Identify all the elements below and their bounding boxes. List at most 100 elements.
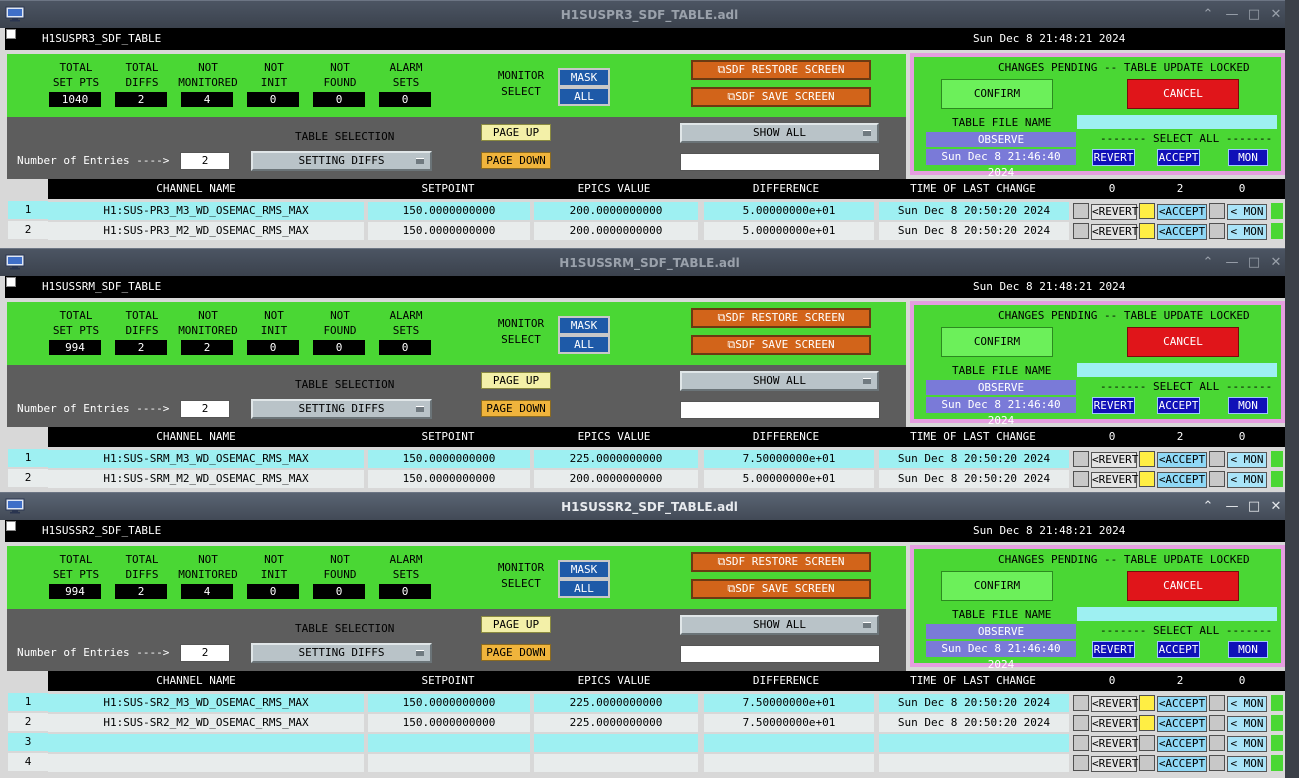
row-mon-button[interactable]: < MON [1227,736,1267,752]
show-all-select[interactable]: SHOW ALL [680,123,879,143]
setting-diffs-select[interactable]: SETTING DIFFS [251,151,432,171]
accept-all-button[interactable]: ACCEPT [1157,641,1200,658]
accept-all-button[interactable]: ACCEPT [1157,397,1200,414]
entries-field[interactable]: 2 [180,152,230,170]
row-accept-button[interactable]: <ACCEPT [1157,472,1207,488]
show-all-select[interactable]: SHOW ALL [680,371,879,391]
mon-checkbox[interactable] [1209,203,1225,219]
mon-checkbox[interactable] [1209,451,1225,467]
confirm-button[interactable]: CONFIRM [941,571,1053,601]
row-mon-button[interactable]: < MON [1227,472,1267,488]
row-revert-button[interactable]: <REVERT [1091,204,1138,220]
page-up-button[interactable]: PAGE UP [481,124,551,141]
accept-checkbox[interactable] [1139,735,1155,751]
page-down-button[interactable]: PAGE DOWN [481,400,551,417]
row-revert-button[interactable]: <REVERT [1091,696,1138,712]
all-button[interactable]: ALL [558,335,610,354]
maximize-button[interactable]: □ [1242,493,1266,521]
revert-checkbox[interactable] [1073,755,1089,771]
row-accept-button[interactable]: <ACCEPT [1157,716,1207,732]
row-mon-button[interactable]: < MON [1227,224,1267,240]
cancel-button[interactable]: CANCEL [1127,327,1239,357]
row-accept-button[interactable]: <ACCEPT [1157,756,1207,772]
mon-checkbox[interactable] [1209,735,1225,751]
window-titlebar[interactable]: H1SUSSR2_SDF_TABLE.adl ⌃ — □ ✕ [0,492,1299,521]
mon-all-button[interactable]: MON [1228,149,1268,166]
revert-all-button[interactable]: REVERT [1092,149,1135,166]
entries-field[interactable]: 2 [180,644,230,662]
collapse-button[interactable]: ⌃ [1196,1,1220,29]
row-revert-button[interactable]: <REVERT [1091,452,1138,468]
accept-checkbox[interactable] [1139,203,1155,219]
mon-checkbox[interactable] [1209,715,1225,731]
row-accept-button[interactable]: <ACCEPT [1157,452,1207,468]
minimize-button[interactable]: — [1220,249,1244,277]
page-down-button[interactable]: PAGE DOWN [481,644,551,661]
sdf-save-screen-button[interactable]: ⧉SDF SAVE SCREEN [691,335,871,355]
accept-checkbox[interactable] [1139,695,1155,711]
confirm-button[interactable]: CONFIRM [941,327,1053,357]
filter-input[interactable] [680,401,880,419]
setting-diffs-select[interactable]: SETTING DIFFS [251,399,432,419]
revert-checkbox[interactable] [1073,715,1089,731]
sdf-save-screen-button[interactable]: ⧉SDF SAVE SCREEN [691,87,871,107]
sdf-save-screen-button[interactable]: ⧉SDF SAVE SCREEN [691,579,871,599]
row-mon-button[interactable]: < MON [1227,452,1267,468]
confirm-button[interactable]: CONFIRM [941,79,1053,109]
minimize-button[interactable]: — [1220,493,1244,521]
row-accept-button[interactable]: <ACCEPT [1157,696,1207,712]
revert-checkbox[interactable] [1073,451,1089,467]
entries-field[interactable]: 2 [180,400,230,418]
cancel-button[interactable]: CANCEL [1127,571,1239,601]
sdf-restore-screen-button[interactable]: ⧉SDF RESTORE SCREEN [691,552,871,572]
row-accept-button[interactable]: <ACCEPT [1157,224,1207,240]
row-mon-button[interactable]: < MON [1227,756,1267,772]
collapse-button[interactable]: ⌃ [1196,249,1220,277]
mon-checkbox[interactable] [1209,471,1225,487]
revert-checkbox[interactable] [1073,223,1089,239]
accept-checkbox[interactable] [1139,451,1155,467]
accept-checkbox[interactable] [1139,223,1155,239]
revert-checkbox[interactable] [1073,735,1089,751]
window-titlebar[interactable]: H1SUSSRM_SDF_TABLE.adl ⌃ — □ ✕ [0,248,1299,277]
mask-button[interactable]: MASK [558,316,610,335]
minimize-button[interactable]: — [1220,1,1244,29]
maximize-button[interactable]: □ [1242,249,1266,277]
row-revert-button[interactable]: <REVERT [1091,716,1138,732]
mask-button[interactable]: MASK [558,68,610,87]
row-revert-button[interactable]: <REVERT [1091,756,1138,772]
accept-all-button[interactable]: ACCEPT [1157,149,1200,166]
filter-input[interactable] [680,645,880,663]
accept-checkbox[interactable] [1139,755,1155,771]
row-mon-button[interactable]: < MON [1227,204,1267,220]
cancel-button[interactable]: CANCEL [1127,79,1239,109]
window-titlebar[interactable]: H1SUSPR3_SDF_TABLE.adl ⌃ — □ ✕ [0,0,1299,29]
revert-all-button[interactable]: REVERT [1092,641,1135,658]
sdf-restore-screen-button[interactable]: ⧉SDF RESTORE SCREEN [691,60,871,80]
mon-checkbox[interactable] [1209,755,1225,771]
mon-checkbox[interactable] [1209,695,1225,711]
row-mon-button[interactable]: < MON [1227,696,1267,712]
revert-all-button[interactable]: REVERT [1092,397,1135,414]
row-revert-button[interactable]: <REVERT [1091,472,1138,488]
setting-diffs-select[interactable]: SETTING DIFFS [251,643,432,663]
mon-all-button[interactable]: MON [1228,397,1268,414]
accept-checkbox[interactable] [1139,715,1155,731]
revert-checkbox[interactable] [1073,471,1089,487]
maximize-button[interactable]: □ [1242,1,1266,29]
all-button[interactable]: ALL [558,87,610,106]
page-up-button[interactable]: PAGE UP [481,372,551,389]
sdf-restore-screen-button[interactable]: ⧉SDF RESTORE SCREEN [691,308,871,328]
revert-checkbox[interactable] [1073,203,1089,219]
row-revert-button[interactable]: <REVERT [1091,224,1138,240]
row-mon-button[interactable]: < MON [1227,716,1267,732]
row-revert-button[interactable]: <REVERT [1091,736,1138,752]
filter-input[interactable] [680,153,880,171]
show-all-select[interactable]: SHOW ALL [680,615,879,635]
all-button[interactable]: ALL [558,579,610,598]
mon-checkbox[interactable] [1209,223,1225,239]
row-accept-button[interactable]: <ACCEPT [1157,204,1207,220]
revert-checkbox[interactable] [1073,695,1089,711]
page-up-button[interactable]: PAGE UP [481,616,551,633]
mon-all-button[interactable]: MON [1228,641,1268,658]
